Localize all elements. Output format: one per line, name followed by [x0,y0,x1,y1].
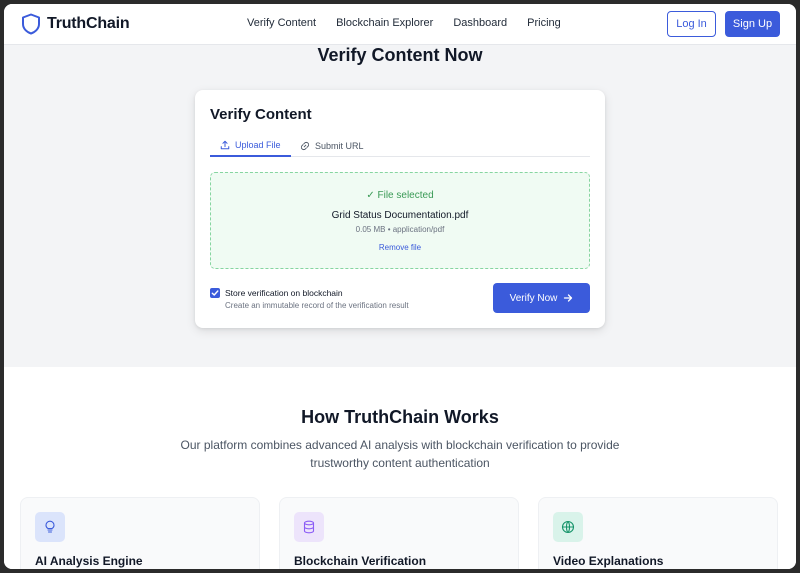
globe-icon [561,520,575,534]
store-blockchain-sublabel: Create an immutable record of the verifi… [225,301,409,310]
verify-now-label: Verify Now [509,292,558,304]
checkmark-icon [211,290,219,296]
hero-title: Verify Content Now [317,45,483,65]
upload-icon [220,140,230,150]
link-icon [301,142,309,150]
verify-card: Verify Content Upload File Submit URL ✓ … [195,90,605,328]
brand-logo[interactable]: TruthChain [21,13,130,35]
signup-button[interactable]: Sign Up [725,11,780,37]
brand-name: TruthChain [47,15,130,32]
feature-card-video: Video Explanations [538,497,778,569]
store-blockchain-label[interactable]: Store verification on blockchain [225,288,343,298]
feature-card-blockchain: Blockchain Verification [279,497,519,569]
tab-bar: Upload File Submit URL [210,135,590,157]
nav-links: Verify Content Blockchain Explorer Dashb… [247,17,561,29]
tab-upload-file[interactable]: Upload File [210,135,291,157]
card-title: Verify Content [210,106,312,123]
feature-title: Blockchain Verification [294,554,427,568]
nav-link-dashboard[interactable]: Dashboard [453,17,507,29]
remove-file-link[interactable]: Remove file [211,243,589,252]
how-title: How TruthChain Works [301,407,499,427]
app-window: TruthChain Verify Content Blockchain Exp… [4,4,796,569]
file-selected-status: ✓ File selected [366,190,434,201]
top-nav: TruthChain Verify Content Blockchain Exp… [4,4,796,45]
feature-icon-box [294,512,324,542]
tab-url-label: Submit URL [315,141,364,151]
how-it-works-section: How TruthChain Works Our platform combin… [4,367,796,569]
login-button[interactable]: Log In [667,11,716,37]
database-icon [303,520,315,534]
shield-icon [22,13,40,35]
feature-icon-box [553,512,583,542]
nav-link-pricing[interactable]: Pricing [527,17,561,29]
store-blockchain-checkbox[interactable] [210,288,220,298]
tab-submit-url[interactable]: Submit URL [290,135,374,157]
feature-card-ai: AI Analysis Engine [20,497,260,569]
lightbulb-icon [45,520,55,533]
tab-upload-label: Upload File [235,140,281,150]
feature-title: AI Analysis Engine [35,554,143,568]
nav-link-verify-content[interactable]: Verify Content [247,17,316,29]
how-subtitle: Our platform combines advanced AI analys… [180,438,620,470]
nav-link-blockchain-explorer[interactable]: Blockchain Explorer [336,17,433,29]
verify-now-button[interactable]: Verify Now [493,283,590,313]
file-dropzone[interactable]: ✓ File selected Grid Status Documentatio… [210,172,590,269]
arrow-right-icon [564,294,573,302]
file-meta: 0.05 MB • application/pdf [355,225,445,234]
file-name: Grid Status Documentation.pdf [331,210,469,221]
feature-icon-box [35,512,65,542]
feature-title: Video Explanations [553,554,664,568]
